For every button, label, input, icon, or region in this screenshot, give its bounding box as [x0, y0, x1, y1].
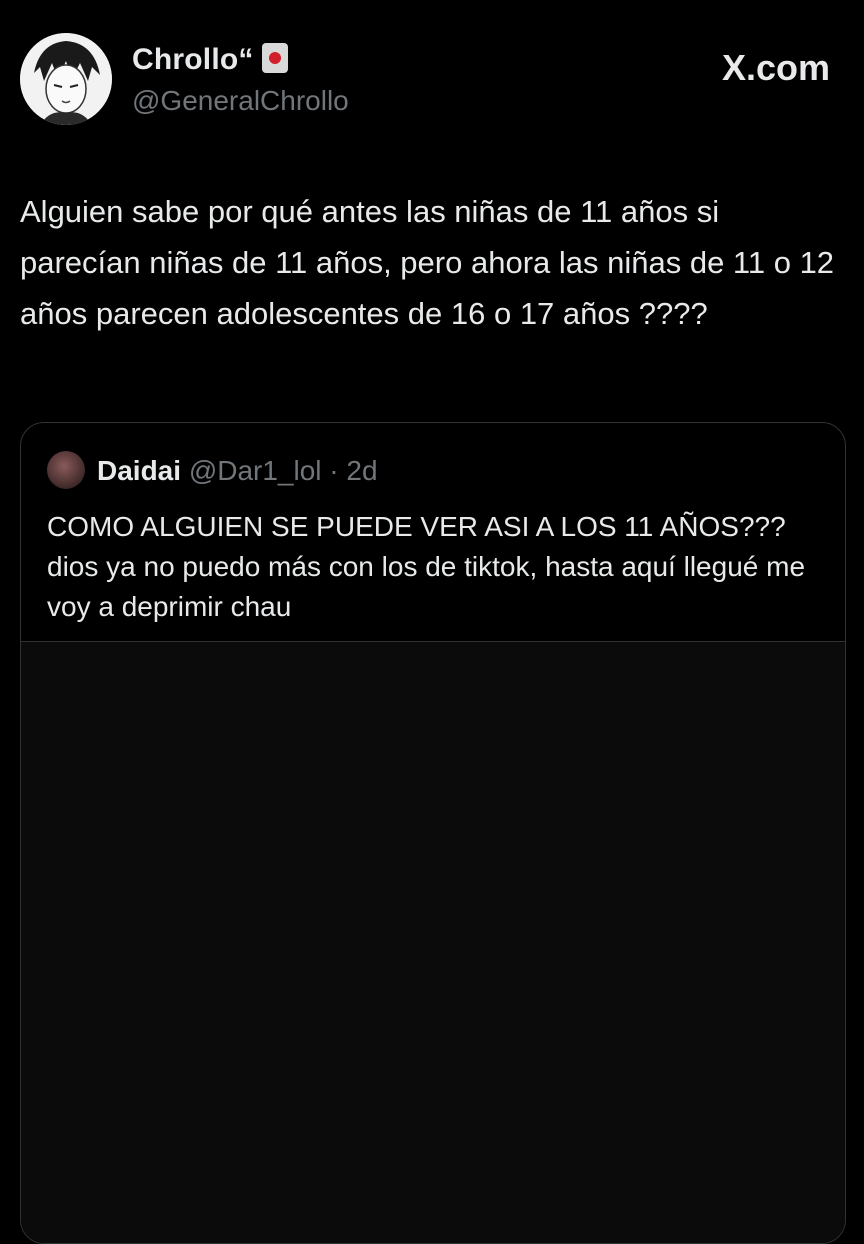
- quoted-handle[interactable]: @Dar1_lol: [189, 455, 322, 486]
- author-display-name[interactable]: Chrollo“: [132, 43, 254, 76]
- author-avatar[interactable]: [20, 33, 112, 125]
- quoted-tweet-card[interactable]: Daidai @Dar1_lol · 2d COMO ALGUIEN SE PU…: [20, 422, 846, 1244]
- tweet-text: Alguien sabe por qué antes las niñas de …: [20, 194, 835, 331]
- display-name-row: Chrollo“: [132, 43, 349, 77]
- hanafuda-card-icon: [261, 43, 288, 73]
- quoted-display-name[interactable]: Daidai: [97, 455, 181, 486]
- quoted-timestamp[interactable]: 2d: [346, 455, 377, 486]
- avatar-illustration: [20, 33, 112, 125]
- quoted-tweet-text: COMO ALGUIEN SE PUEDE VER ASI A LOS 11 A…: [47, 511, 806, 622]
- tweet-header: Chrollo“ @GeneralChrollo X.com: [20, 33, 844, 133]
- author-names: Chrollo“ @GeneralChrollo: [132, 43, 349, 117]
- quoted-tweet-media[interactable]: [21, 641, 845, 1243]
- quoted-separator: ·: [329, 455, 339, 486]
- quoted-author-line: Daidai @Dar1_lol · 2d: [97, 455, 378, 487]
- x-brand-logo: X.com: [721, 47, 830, 88]
- quoted-author-avatar[interactable]: [47, 451, 85, 489]
- author-handle[interactable]: @GeneralChrollo: [132, 85, 349, 117]
